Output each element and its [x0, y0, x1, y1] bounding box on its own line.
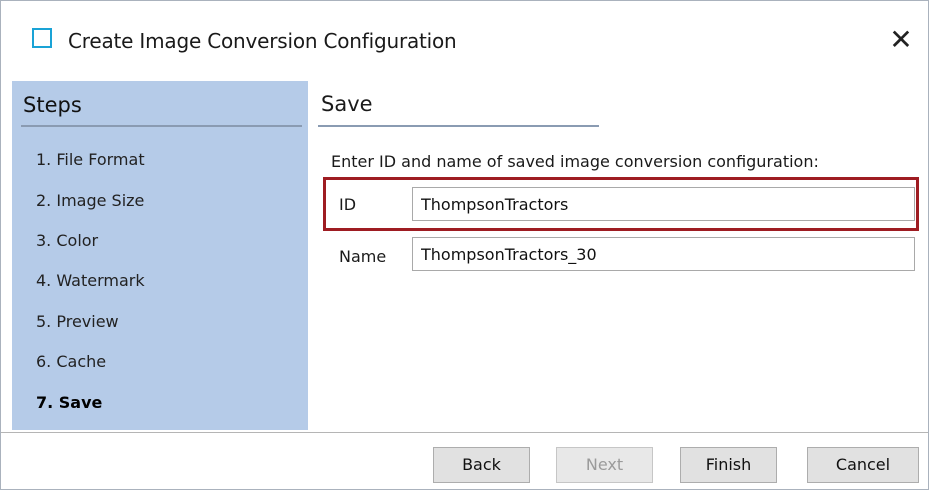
name-input[interactable]: [412, 237, 915, 271]
step-preview: 5. Preview: [36, 312, 119, 331]
footer-divider: [1, 432, 928, 433]
page-heading: Save: [321, 92, 373, 116]
step-color: 3. Color: [36, 231, 99, 250]
finish-button[interactable]: Finish: [680, 447, 777, 483]
create-image-conversion-dialog: Create Image Conversion Configuration ✕ …: [0, 0, 929, 490]
next-button[interactable]: Next: [556, 447, 653, 483]
step-cache: 6. Cache: [36, 352, 107, 371]
step-file-format: 1. File Format: [36, 150, 145, 169]
title-bar: Create Image Conversion Configuration ✕: [1, 1, 928, 79]
back-button[interactable]: Back: [433, 447, 530, 483]
steps-heading: Steps: [23, 93, 82, 117]
steps-divider: [21, 125, 302, 127]
app-icon: [32, 28, 52, 48]
close-icon[interactable]: ✕: [884, 23, 918, 57]
instruction-text: Enter ID and name of saved image convers…: [331, 152, 819, 171]
id-label: ID: [339, 195, 357, 214]
page-heading-divider: [318, 125, 599, 127]
id-input[interactable]: [412, 187, 915, 221]
step-watermark: 4. Watermark: [36, 271, 145, 290]
window-title: Create Image Conversion Configuration: [68, 29, 457, 53]
step-image-size: 2. Image Size: [36, 191, 145, 210]
name-label: Name: [339, 247, 387, 266]
step-save-current: 7. Save: [36, 393, 103, 412]
steps-sidebar: Steps 1. File Format 2. Image Size 3. Co…: [12, 81, 308, 430]
cancel-button[interactable]: Cancel: [807, 447, 919, 483]
